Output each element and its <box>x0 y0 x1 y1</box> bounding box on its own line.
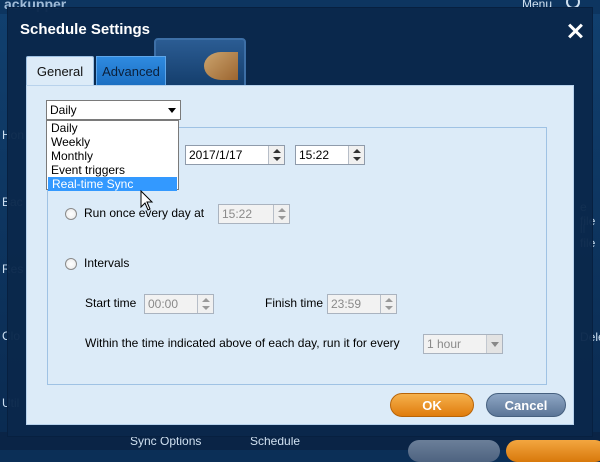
option-real-time-sync[interactable]: Real-time Sync <box>48 177 177 191</box>
tab-advanced[interactable]: Advanced <box>96 56 166 86</box>
time-spinner[interactable] <box>348 146 364 164</box>
banner-image <box>154 38 246 90</box>
option-weekly[interactable]: Weekly <box>47 135 178 149</box>
dialog-title: Schedule Settings <box>20 21 151 38</box>
interval-frequency-value: 1 hour <box>427 337 462 351</box>
interval-finish-time-field[interactable]: 23:59 <box>327 294 397 314</box>
intervals-radio[interactable] <box>65 258 77 270</box>
tab-general[interactable]: General <box>26 56 94 86</box>
option-daily[interactable]: Daily <box>47 121 178 135</box>
run-once-radio[interactable] <box>65 208 77 220</box>
start-time-label: Start time <box>85 296 137 310</box>
cancel-button[interactable]: Cancel <box>486 393 566 417</box>
back-button[interactable] <box>408 440 500 462</box>
spin-down-icon[interactable] <box>385 306 393 310</box>
run-once-time-field[interactable]: 15:22 <box>218 204 290 224</box>
within-label: Within the time indicated above of each … <box>85 336 400 350</box>
option-event-triggers[interactable]: Event triggers <box>47 163 178 177</box>
sync-options-link[interactable]: Sync Options <box>130 434 201 448</box>
schedule-type-value: Daily <box>50 103 77 117</box>
schedule-type-dropdown: Daily Weekly Monthly Event triggers Real… <box>46 120 179 191</box>
schedule-link[interactable]: Schedule <box>250 434 300 448</box>
chevron-down-icon[interactable] <box>168 108 176 113</box>
start-sync-button[interactable] <box>506 440 600 462</box>
interval-start-time-field[interactable]: 00:00 <box>144 294 214 314</box>
run-once-time-value: 15:22 <box>222 207 253 221</box>
schedule-type-select[interactable]: Daily <box>46 100 181 120</box>
time-spinner[interactable] <box>197 295 213 313</box>
spin-up-icon[interactable] <box>353 149 361 153</box>
mouse-cursor-icon <box>140 190 154 211</box>
interval-frequency-select[interactable]: 1 hour <box>423 334 503 354</box>
close-icon[interactable] <box>566 22 584 40</box>
time-spinner[interactable] <box>380 295 396 313</box>
spin-up-icon[interactable] <box>278 208 286 212</box>
spin-up-icon[interactable] <box>385 298 393 302</box>
intervals-label: Intervals <box>84 256 130 270</box>
option-monthly[interactable]: Monthly <box>47 149 178 163</box>
spin-down-icon[interactable] <box>278 216 286 220</box>
chevron-down-icon[interactable] <box>486 335 502 353</box>
start-time-value: 15:22 <box>299 148 330 162</box>
interval-start-time-value: 00:00 <box>148 297 179 311</box>
date-spinner[interactable] <box>268 146 284 164</box>
spin-up-icon[interactable] <box>273 149 281 153</box>
start-date-value: 2017/1/17 <box>189 148 243 162</box>
ok-button[interactable]: OK <box>390 393 474 417</box>
start-date-field[interactable]: 2017/1/17 <box>185 145 285 165</box>
schedule-settings-dialog: Schedule Settings General Advanced Daily… <box>8 8 592 436</box>
spin-down-icon[interactable] <box>353 157 361 161</box>
time-spinner[interactable] <box>273 205 289 223</box>
interval-finish-time-value: 23:59 <box>331 297 362 311</box>
start-time-field[interactable]: 15:22 <box>295 145 365 165</box>
spin-up-icon[interactable] <box>202 298 210 302</box>
general-panel: Daily Daily Weekly Monthly Event trigger… <box>26 85 574 425</box>
spin-down-icon[interactable] <box>273 157 281 161</box>
spin-down-icon[interactable] <box>202 306 210 310</box>
finish-time-label: Finish time <box>265 296 324 310</box>
